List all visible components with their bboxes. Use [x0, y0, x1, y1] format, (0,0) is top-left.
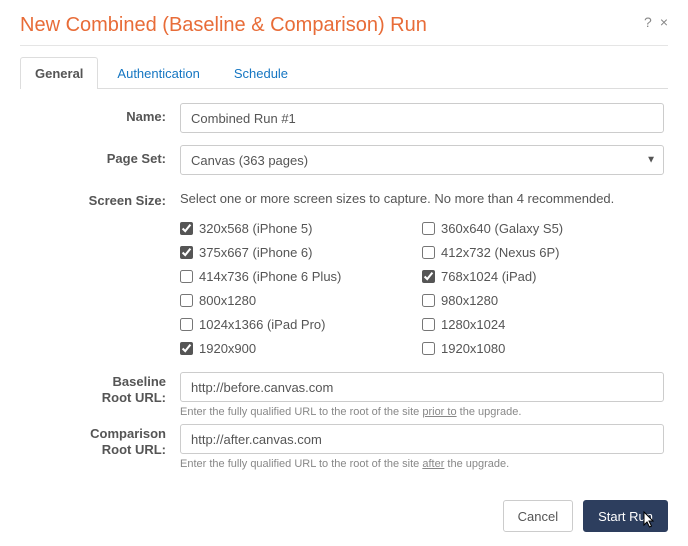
screensize-option-label: 980x1280 — [441, 293, 498, 308]
tabs: General Authentication Schedule — [20, 56, 668, 89]
label-baseline: Baseline Root URL: — [20, 372, 180, 405]
tab-schedule[interactable]: Schedule — [219, 57, 303, 89]
pageset-select[interactable]: Canvas (363 pages) — [180, 145, 664, 175]
screensize-option[interactable]: 1024x1366 (iPad Pro) — [180, 312, 422, 336]
row-baseline: Baseline Root URL: Enter the fully quali… — [20, 372, 668, 418]
screensize-checkbox[interactable] — [422, 222, 435, 235]
screensize-help: Select one or more screen sizes to captu… — [180, 187, 664, 206]
dialog-header-actions: ? × — [644, 14, 668, 30]
row-comparison: Comparison Root URL: Enter the fully qua… — [20, 424, 668, 470]
screensize-checkbox[interactable] — [180, 270, 193, 283]
dialog-title: New Combined (Baseline & Comparison) Run — [20, 14, 427, 37]
name-input[interactable] — [180, 103, 664, 133]
comparison-help: Enter the fully qualified URL to the roo… — [180, 458, 664, 470]
close-icon[interactable]: × — [660, 14, 668, 30]
screensize-checkbox[interactable] — [180, 246, 193, 259]
screensize-option-label: 1920x900 — [199, 341, 256, 356]
screensize-checkbox[interactable] — [422, 342, 435, 355]
label-name: Name: — [20, 103, 180, 125]
baseline-url-input[interactable] — [180, 372, 664, 402]
label-comparison: Comparison Root URL: — [20, 424, 180, 457]
screensize-option-label: 412x732 (Nexus 6P) — [441, 245, 560, 260]
row-name: Name: — [20, 103, 668, 133]
screensize-option-label: 800x1280 — [199, 293, 256, 308]
screensize-option-label: 768x1024 (iPad) — [441, 269, 536, 284]
screensize-option[interactable]: 1920x1080 — [422, 336, 664, 360]
screensize-option[interactable]: 980x1280 — [422, 288, 664, 312]
screensize-option[interactable]: 414x736 (iPhone 6 Plus) — [180, 264, 422, 288]
screensize-option[interactable]: 375x667 (iPhone 6) — [180, 240, 422, 264]
dialog-header: New Combined (Baseline & Comparison) Run… — [20, 14, 668, 46]
row-screensize: Screen Size: Select one or more screen s… — [20, 187, 668, 360]
screensize-option-label: 320x568 (iPhone 5) — [199, 221, 312, 236]
screensize-option-label: 414x736 (iPhone 6 Plus) — [199, 269, 341, 284]
screensize-option-label: 375x667 (iPhone 6) — [199, 245, 312, 260]
screensize-option[interactable]: 320x568 (iPhone 5) — [180, 216, 422, 240]
screensize-checkbox[interactable] — [422, 246, 435, 259]
label-pageset: Page Set: — [20, 145, 180, 167]
screensize-checkbox[interactable] — [180, 318, 193, 331]
screensize-checkbox[interactable] — [180, 294, 193, 307]
tab-authentication[interactable]: Authentication — [102, 57, 214, 89]
screensize-option[interactable]: 1280x1024 — [422, 312, 664, 336]
comparison-url-input[interactable] — [180, 424, 664, 454]
screensize-option[interactable]: 800x1280 — [180, 288, 422, 312]
help-icon[interactable]: ? — [644, 14, 652, 30]
row-pageset: Page Set: Canvas (363 pages) ▼ — [20, 145, 668, 175]
label-screensize: Screen Size: — [20, 187, 180, 209]
screensize-checkbox[interactable] — [180, 222, 193, 235]
screensize-option[interactable]: 768x1024 (iPad) — [422, 264, 664, 288]
screensize-option[interactable]: 412x732 (Nexus 6P) — [422, 240, 664, 264]
screensize-checkbox[interactable] — [422, 318, 435, 331]
cancel-button[interactable]: Cancel — [503, 500, 573, 532]
screensize-option[interactable]: 1920x900 — [180, 336, 422, 360]
screensize-option-label: 1280x1024 — [441, 317, 505, 332]
screensize-option-label: 360x640 (Galaxy S5) — [441, 221, 563, 236]
screensize-checkbox[interactable] — [180, 342, 193, 355]
screensize-grid: 320x568 (iPhone 5) 375x667 (iPhone 6) 414x… — [180, 216, 664, 360]
tab-general[interactable]: General — [20, 57, 98, 89]
screensize-checkbox[interactable] — [422, 294, 435, 307]
screensize-option-label: 1024x1366 (iPad Pro) — [199, 317, 325, 332]
screensize-option-label: 1920x1080 — [441, 341, 505, 356]
dialog: New Combined (Baseline & Comparison) Run… — [0, 0, 688, 470]
baseline-help: Enter the fully qualified URL to the roo… — [180, 406, 664, 418]
dialog-footer: Cancel Start Run — [503, 500, 668, 532]
screensize-option[interactable]: 360x640 (Galaxy S5) — [422, 216, 664, 240]
screensize-checkbox[interactable] — [422, 270, 435, 283]
start-run-button[interactable]: Start Run — [583, 500, 668, 532]
